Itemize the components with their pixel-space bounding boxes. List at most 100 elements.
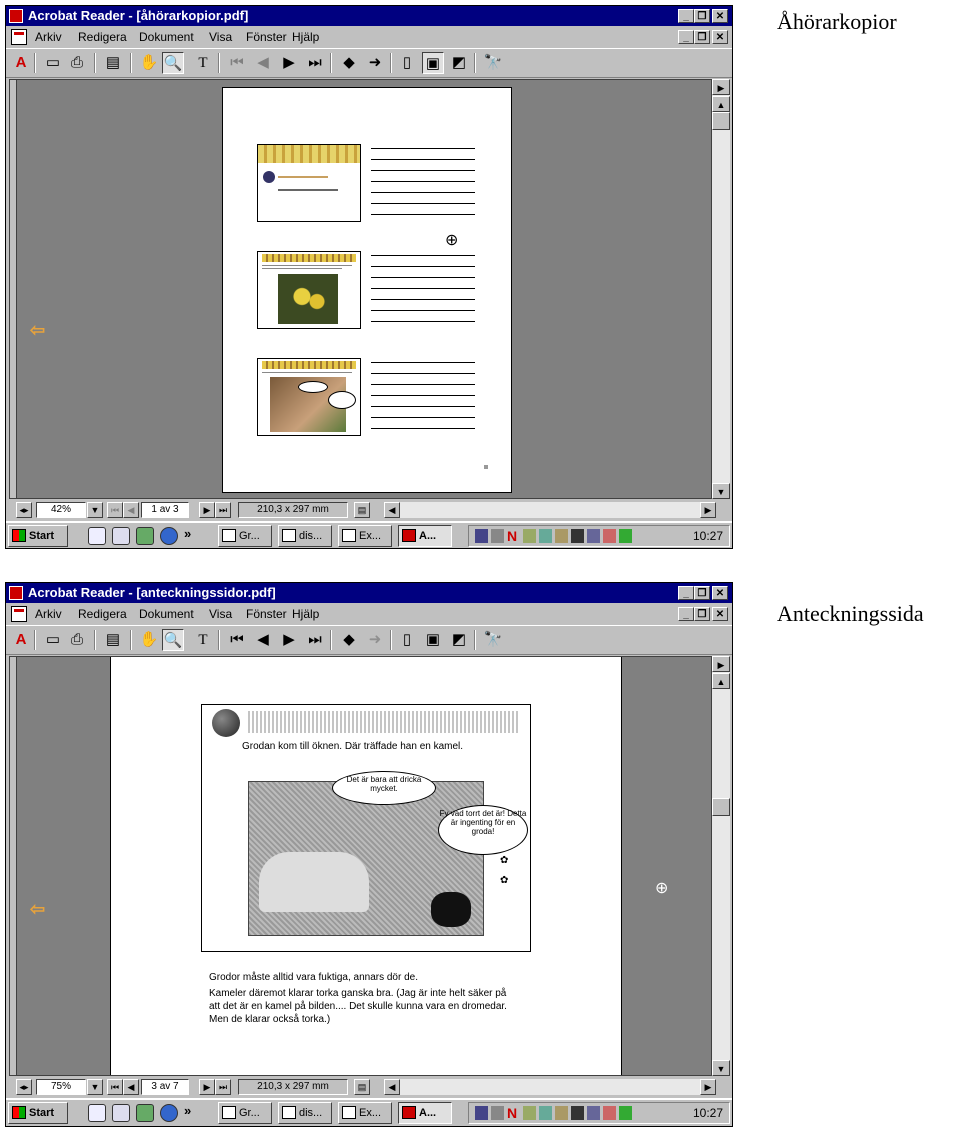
tray-volume-icon[interactable] <box>571 529 584 543</box>
expand-arrow-icon[interactable]: ▶ <box>712 656 730 672</box>
actual-size-icon[interactable]: ▯ <box>396 629 418 651</box>
last-page-status-icon[interactable]: ⏭ <box>215 1079 231 1095</box>
tray-icon-10[interactable] <box>619 529 632 543</box>
scroll-thumb[interactable] <box>712 112 730 130</box>
page-indicator[interactable]: 1 av 3 <box>141 502 189 518</box>
menu-hjalp[interactable]: Hjälp <box>292 27 319 47</box>
maximize-button[interactable]: ❐ <box>694 586 710 600</box>
zoom-tool-icon[interactable]: 🔍 <box>162 52 184 74</box>
tray-icon-2[interactable] <box>491 1106 504 1120</box>
print-icon[interactable]: ⎙ <box>66 629 88 651</box>
page-indicator[interactable]: 3 av 7 <box>141 1079 189 1095</box>
document-area[interactable]: ⇦ Grodan kom till öknen. Där träffade ha… <box>9 656 712 1076</box>
last-page-status-icon[interactable]: ⏭ <box>215 502 231 518</box>
text-select-icon[interactable]: T <box>192 52 214 74</box>
zoom-field[interactable]: 75% <box>36 1079 86 1095</box>
fit-width-icon[interactable]: ◩ <box>448 52 470 74</box>
minimize-button[interactable]: _ <box>678 586 694 600</box>
zoom-dropdown-icon[interactable]: ▼ <box>87 1079 103 1095</box>
previous-page-icon[interactable]: ◀ <box>252 52 274 74</box>
doc-close-button[interactable]: ✕ <box>712 607 728 621</box>
go-forward-icon[interactable]: ➜ <box>364 629 386 651</box>
first-page-icon[interactable]: ⏮ <box>226 629 248 651</box>
doc-minimize-button[interactable]: _ <box>678 30 694 44</box>
find-icon[interactable]: 🔭 <box>482 52 504 74</box>
quicklaunch-more[interactable]: » <box>184 526 191 541</box>
acrobat-logo-icon[interactable]: A <box>10 52 32 74</box>
horizontal-scrollbar[interactable] <box>400 1079 700 1095</box>
navigation-pane[interactable] <box>10 657 17 1075</box>
zoom-field[interactable]: 42% <box>36 502 86 518</box>
zoom-dropdown-icon[interactable]: ▼ <box>87 502 103 518</box>
doc-restore-button[interactable]: ❐ <box>694 607 710 621</box>
text-select-icon[interactable]: T <box>192 629 214 651</box>
tray-norton-icon[interactable]: N <box>507 529 520 543</box>
start-button[interactable]: Start <box>8 525 68 547</box>
tray-icon-10[interactable] <box>619 1106 632 1120</box>
scroll-up-button[interactable]: ▲ <box>712 673 730 689</box>
menu-fonster[interactable]: Fönster <box>246 604 287 624</box>
tray-icon-1[interactable] <box>475 1106 488 1120</box>
tray-volume-icon[interactable] <box>571 1106 584 1120</box>
zoom-tool-icon[interactable]: 🔍 <box>162 629 184 651</box>
menu-fonster[interactable]: Fönster <box>246 27 287 47</box>
quicklaunch-explorer-icon[interactable] <box>112 1104 130 1122</box>
expand-arrow-icon[interactable]: ▶ <box>712 79 730 95</box>
prev-page-status-icon[interactable]: ◀ <box>123 502 139 518</box>
open-navigation-arrow-icon[interactable]: ⇦ <box>30 320 45 341</box>
hand-tool-icon[interactable]: ✋ <box>138 629 160 651</box>
quicklaunch-ie-icon[interactable] <box>160 527 178 545</box>
task-button-3[interactable]: Ex... <box>338 1102 392 1124</box>
doc-close-button[interactable]: ✕ <box>712 30 728 44</box>
task-button-1[interactable]: Gr... <box>218 1102 272 1124</box>
fit-width-icon[interactable]: ◩ <box>448 629 470 651</box>
go-back-icon[interactable]: ◆ <box>338 52 360 74</box>
hscroll-right-button[interactable]: ▶ <box>700 502 716 518</box>
document-icon[interactable] <box>11 606 27 622</box>
menu-dokument[interactable]: Dokument <box>139 27 194 47</box>
minimize-button[interactable]: _ <box>678 9 694 23</box>
menu-redigera[interactable]: Redigera <box>78 27 127 47</box>
page-menu-icon[interactable]: ▤ <box>354 502 370 518</box>
open-icon[interactable]: ▭ <box>42 52 64 74</box>
open-icon[interactable]: ▭ <box>42 629 64 651</box>
fit-page-icon[interactable]: ▣ <box>422 52 444 74</box>
task-button-2[interactable]: dis... <box>278 525 332 547</box>
close-button[interactable]: ✕ <box>712 9 728 23</box>
last-page-icon[interactable]: ⏭ <box>304 52 326 74</box>
next-page-icon[interactable]: ▶ <box>278 629 300 651</box>
doc-minimize-button[interactable]: _ <box>678 607 694 621</box>
acrobat-app-icon[interactable] <box>9 586 23 600</box>
next-page-status-icon[interactable]: ▶ <box>199 1079 215 1095</box>
scroll-down-button[interactable]: ▼ <box>712 483 730 499</box>
close-button[interactable]: ✕ <box>712 586 728 600</box>
tray-icon-4[interactable] <box>523 1106 536 1120</box>
vertical-scrollbar[interactable]: ▶ ▲ ▼ <box>712 656 730 1076</box>
quicklaunch-desktop-icon[interactable] <box>88 527 106 545</box>
last-page-icon[interactable]: ⏭ <box>304 629 326 651</box>
tray-icon-6[interactable] <box>555 1106 568 1120</box>
page-menu-icon[interactable]: ▤ <box>354 1079 370 1095</box>
next-page-icon[interactable]: ▶ <box>278 52 300 74</box>
prev-page-status-icon[interactable]: ◀ <box>123 1079 139 1095</box>
actual-size-icon[interactable]: ▯ <box>396 52 418 74</box>
tray-icon-8[interactable] <box>587 1106 600 1120</box>
hand-tool-icon[interactable]: ✋ <box>138 52 160 74</box>
menu-arkiv[interactable]: Arkiv <box>35 27 62 47</box>
quicklaunch-channel-icon[interactable] <box>136 527 154 545</box>
page-layout-icon[interactable]: ◂▸ <box>16 502 32 518</box>
tray-icon-9[interactable] <box>603 1106 616 1120</box>
print-icon[interactable]: ⎙ <box>66 52 88 74</box>
acrobat-app-icon[interactable] <box>9 9 23 23</box>
horizontal-scrollbar[interactable] <box>400 502 700 518</box>
quicklaunch-desktop-icon[interactable] <box>88 1104 106 1122</box>
tray-icon-5[interactable] <box>539 529 552 543</box>
tray-icon-8[interactable] <box>587 529 600 543</box>
previous-page-icon[interactable]: ◀ <box>252 629 274 651</box>
task-button-1[interactable]: Gr... <box>218 525 272 547</box>
quicklaunch-more[interactable]: » <box>184 1103 191 1118</box>
quicklaunch-explorer-icon[interactable] <box>112 527 130 545</box>
hscroll-left-button[interactable]: ◀ <box>384 1079 400 1095</box>
tray-icon-5[interactable] <box>539 1106 552 1120</box>
task-button-acrobat[interactable]: A... <box>398 525 452 547</box>
